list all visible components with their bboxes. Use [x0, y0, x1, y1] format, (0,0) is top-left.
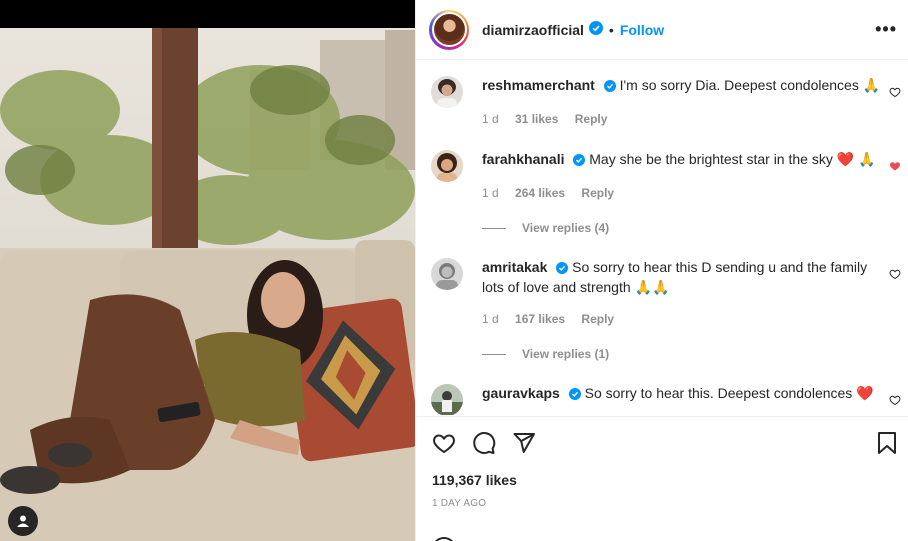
comment-username[interactable]: amritakak: [482, 259, 547, 275]
emoji-icon[interactable]: [432, 537, 456, 541]
heart-icon[interactable]: [889, 393, 901, 409]
view-replies-button[interactable]: View replies (1): [482, 347, 609, 361]
comment-likes[interactable]: 31 likes: [515, 112, 558, 126]
separator-dot: •: [608, 21, 614, 38]
comment-icon[interactable]: [472, 431, 496, 458]
post-header: diamirzaofficial • Follow •••: [416, 0, 908, 60]
reply-button[interactable]: Reply: [575, 112, 608, 126]
comment-avatar[interactable]: [431, 150, 463, 182]
heart-icon[interactable]: [889, 267, 901, 283]
bookmark-icon[interactable]: [876, 431, 898, 458]
comment-avatar[interactable]: [431, 258, 463, 290]
comment-age: 1 d: [482, 112, 499, 126]
follow-button[interactable]: Follow: [620, 22, 664, 38]
post-side-panel: diamirzaofficial • Follow ••• reshmamerc…: [415, 0, 908, 541]
comment-username[interactable]: reshmamerchant: [482, 77, 595, 93]
verified-badge-icon: [568, 386, 581, 404]
comment-meta: 1 d 264 likes Reply: [482, 186, 627, 200]
view-replies-label: View replies (4): [522, 221, 610, 235]
reply-button[interactable]: Reply: [581, 186, 614, 200]
comments-list[interactable]: reshmamerchant I'm so sorry Dia. Deepest…: [416, 61, 908, 415]
view-replies-line: [482, 353, 506, 355]
post-image: [0, 0, 415, 541]
comment-meta: 1 d 31 likes Reply: [482, 112, 620, 126]
view-replies-line: [482, 227, 506, 229]
action-icons: [432, 431, 536, 458]
comment-message: I'm so sorry Dia. Deepest condolences 🙏: [619, 77, 881, 93]
comment-username[interactable]: gauravkaps: [482, 385, 560, 401]
comment-text: amritakak So sorry to hear this D sendin…: [482, 258, 882, 296]
comment-meta: 1 d 167 likes Reply: [482, 312, 627, 326]
more-options-icon[interactable]: •••: [875, 20, 897, 38]
verified-badge-icon: [556, 260, 569, 278]
heart-icon[interactable]: [432, 431, 456, 458]
view-replies-button[interactable]: View replies (4): [482, 221, 609, 235]
comment-message: May she be the brightest star in the sky…: [589, 151, 876, 167]
verified-badge-icon: [603, 78, 616, 96]
comment-text: farahkhanali May she be the brightest st…: [482, 150, 882, 170]
author-username[interactable]: diamirzaofficial: [482, 22, 584, 38]
share-icon[interactable]: [512, 431, 536, 458]
post-actions: 119,367 likes 1 DAY AGO: [416, 416, 908, 541]
heart-icon[interactable]: [889, 85, 901, 101]
verified-badge-icon: [573, 152, 586, 170]
verified-badge-icon: [588, 21, 603, 38]
view-replies-label: View replies (1): [522, 347, 610, 361]
likes-count[interactable]: 119,367 likes: [432, 472, 517, 488]
comment-likes[interactable]: 264 likes: [515, 186, 565, 200]
comment-text: reshmamerchant I'm so sorry Dia. Deepest…: [482, 76, 882, 96]
comment-avatar[interactable]: [431, 76, 463, 108]
comment-text: gauravkaps So sorry to hear this. Deepes…: [482, 384, 882, 404]
reply-button[interactable]: Reply: [581, 312, 614, 326]
heart-icon-liked[interactable]: [889, 159, 901, 175]
post-timestamp[interactable]: 1 DAY AGO: [432, 498, 486, 509]
comment-avatar[interactable]: [431, 384, 463, 415]
comment-likes[interactable]: 167 likes: [515, 312, 565, 326]
post-photo[interactable]: [0, 0, 415, 541]
author-avatar[interactable]: [429, 9, 469, 50]
comment-age: 1 d: [482, 312, 499, 326]
comment-username[interactable]: farahkhanali: [482, 151, 564, 167]
comment-message: So sorry to hear this. Deepest condolenc…: [584, 385, 874, 401]
comment-age: 1 d: [482, 186, 499, 200]
user-tag-icon[interactable]: [8, 506, 38, 536]
